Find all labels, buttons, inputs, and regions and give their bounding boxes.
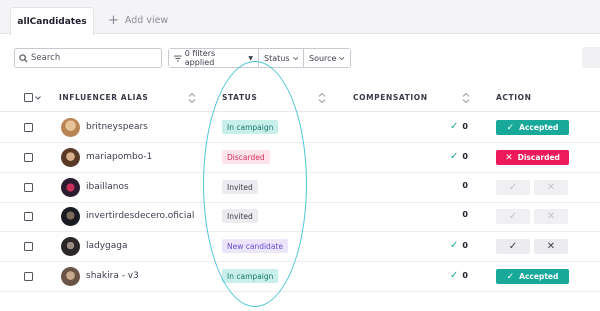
tab-label: allCandidates — [17, 16, 87, 27]
close-icon: ✕ — [505, 152, 513, 163]
row-checkbox[interactable] — [24, 212, 33, 221]
avatar — [61, 267, 80, 286]
table-row[interactable]: ladygaga New candidate ✓ 0 ✓ ✕ — [0, 232, 600, 262]
action-label: Discarded — [517, 153, 560, 162]
search-input[interactable] — [31, 53, 151, 63]
row-checkbox[interactable] — [24, 153, 33, 162]
row-checkbox[interactable] — [24, 272, 33, 281]
table-row[interactable]: ibaillanos Invited 0 ✓ ✕ — [0, 173, 600, 203]
influencer-alias[interactable]: invertirdesdecero.oficial — [86, 211, 194, 221]
filters-label: 0 filters applied — [184, 49, 216, 67]
status-badge: Invited — [222, 209, 258, 223]
column-header-compensation[interactable]: COMPENSATION — [353, 93, 428, 102]
influencer-alias[interactable]: mariapombo-1 — [86, 152, 152, 162]
sort-icon[interactable] — [318, 92, 326, 104]
influencer-alias[interactable]: ladygaga — [86, 241, 128, 251]
column-header-status[interactable]: STATUS — [222, 93, 257, 102]
filter-bar: 0 filters applied ▼ Status Source — [168, 48, 351, 68]
compensation-value: 0 — [462, 210, 468, 219]
table-row[interactable]: invertirdesdecero.oficial Invited 0 ✓ ✕ — [0, 202, 600, 232]
status-filter-label: Status — [264, 53, 290, 63]
influencer-alias[interactable]: ibaillanos — [86, 182, 129, 192]
sort-icon[interactable] — [188, 92, 196, 104]
accepted-button[interactable]: ✓ Accepted — [496, 269, 569, 284]
table-row[interactable]: shakira - v3 In campaign ✓ 0 ✓ Accepted — [0, 262, 600, 292]
chevron-down-icon — [339, 56, 345, 60]
discard-button[interactable]: ✕ — [534, 180, 568, 195]
avatar — [61, 118, 80, 137]
table-row[interactable]: mariapombo-1 Discarded ✓ 0 ✕ Discarded — [0, 143, 600, 173]
avatar — [61, 148, 80, 167]
filter-icon — [174, 55, 182, 61]
chevron-down-icon[interactable] — [35, 96, 41, 100]
compensation-value: 0 — [462, 241, 468, 250]
check-icon: ✓ — [450, 240, 459, 251]
row-checkbox[interactable] — [24, 242, 33, 251]
views-tab-bar: allCandidates + Add view — [0, 0, 600, 35]
caret-down-icon: ▼ — [248, 54, 253, 62]
plus-icon: + — [108, 12, 119, 28]
accepted-button[interactable]: ✓ Accepted — [496, 120, 569, 135]
avatar — [61, 207, 80, 226]
compensation-cell: ✓ 0 — [446, 121, 468, 132]
source-filter-label: Source — [309, 53, 337, 63]
search-icon — [19, 53, 28, 63]
check-icon: ✓ — [450, 151, 459, 162]
check-icon: ✓ — [506, 271, 515, 282]
status-filter-button[interactable]: Status — [259, 49, 304, 67]
status-badge: Invited — [222, 180, 258, 194]
compensation-cell: ✓ 0 — [446, 240, 468, 251]
select-all-checkbox[interactable] — [24, 93, 33, 102]
compensation-value: 0 — [462, 271, 468, 280]
influencer-alias[interactable]: shakira - v3 — [86, 271, 139, 281]
add-view-button[interactable]: + Add view — [108, 10, 168, 30]
row-checkbox[interactable] — [24, 123, 33, 132]
tab-all-candidates[interactable]: allCandidates — [10, 7, 94, 35]
toolbar-button-cut-off[interactable] — [582, 47, 600, 68]
compensation-value: 0 — [462, 122, 468, 131]
column-header-action: ACTION — [496, 93, 532, 102]
column-header-alias[interactable]: INFLUENCER ALIAS — [59, 93, 148, 102]
table-header: INFLUENCER ALIAS STATUS COMPENSATION ACT… — [0, 84, 600, 112]
accept-button[interactable]: ✓ — [496, 180, 530, 195]
discard-button[interactable]: ✕ — [534, 239, 568, 254]
compensation-cell: 0 — [446, 181, 468, 190]
check-icon: ✓ — [506, 122, 515, 133]
action-label: Accepted — [519, 272, 559, 281]
table-row[interactable]: britneyspears In campaign ✓ 0 ✓ Accepted — [0, 113, 600, 143]
compensation-cell: 0 — [446, 210, 468, 219]
add-view-label: Add view — [124, 14, 169, 26]
discard-button[interactable]: ✕ — [534, 209, 568, 224]
source-filter-button[interactable]: Source — [304, 49, 350, 67]
check-icon: ✓ — [450, 121, 459, 132]
discarded-button[interactable]: ✕ Discarded — [496, 150, 569, 165]
compensation-cell: ✓ 0 — [446, 270, 468, 281]
status-badge: Discarded — [222, 150, 270, 164]
compensation-value: 0 — [462, 181, 468, 190]
accept-button[interactable]: ✓ — [496, 209, 530, 224]
search-box — [14, 48, 162, 68]
status-badge: In campaign — [222, 120, 279, 134]
influencer-alias[interactable]: britneyspears — [86, 122, 148, 132]
check-icon: ✓ — [450, 270, 459, 281]
status-badge: New candidate — [222, 239, 288, 253]
row-checkbox[interactable] — [24, 183, 33, 192]
accept-button[interactable]: ✓ — [496, 239, 530, 254]
filters-button[interactable]: 0 filters applied ▼ — [169, 49, 259, 67]
status-badge: In campaign — [222, 269, 279, 283]
compensation-value: 0 — [462, 152, 468, 161]
chevron-down-icon — [292, 56, 298, 60]
action-label: Accepted — [519, 123, 559, 132]
compensation-cell: ✓ 0 — [446, 151, 468, 162]
avatar — [61, 237, 80, 256]
avatar — [61, 178, 80, 197]
sort-icon[interactable] — [462, 92, 470, 104]
